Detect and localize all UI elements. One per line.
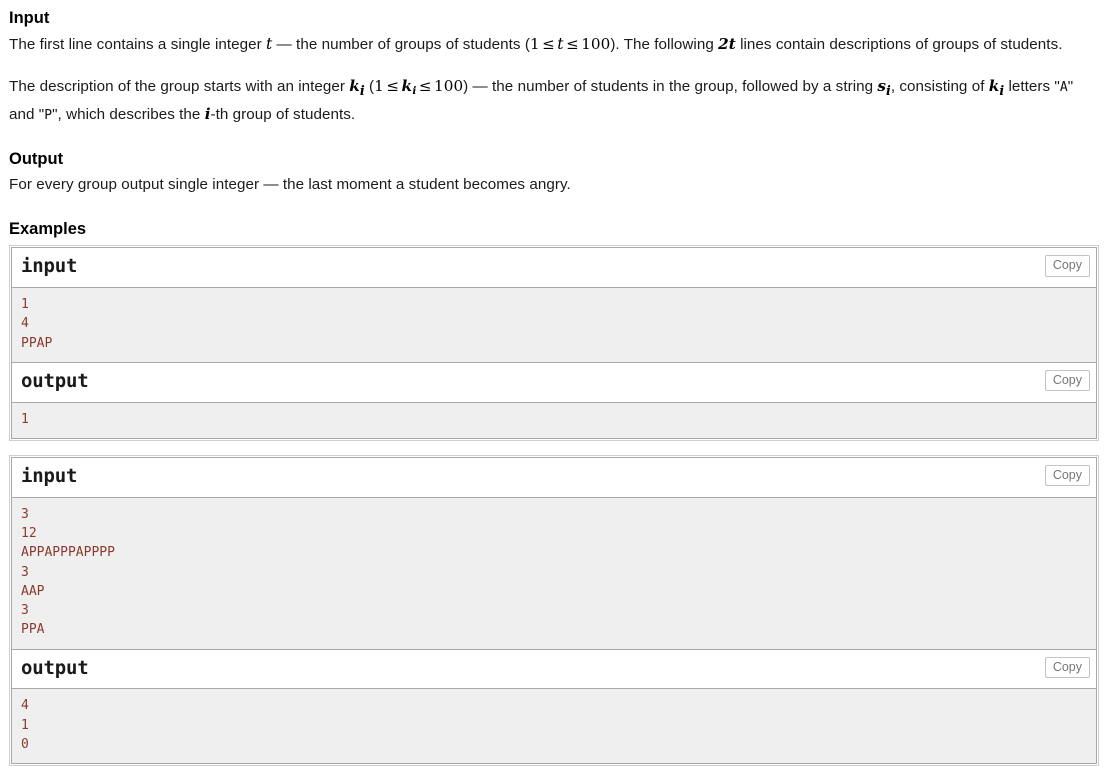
problem-statement-page: Input The first line contains a single i… [0,0,1107,766]
math-variable: t [557,35,564,54]
math-number: 100 [434,77,464,96]
sample-output-text-1: 1 [12,401,1096,439]
input-section-heading: Input [9,9,50,27]
code-letter-p: P [44,107,53,123]
math-number: 1 [374,77,384,96]
text-fragment: The first line contains a single integer [9,36,266,54]
math-number: 1 [529,35,540,54]
sample-output-title-1: output Copy [12,362,1096,402]
sample-input-block-2: input Copy 3 12 APPAPPPAPPPP 3 AAP 3 PPA [11,457,1097,649]
sample-output-title-2: output Copy [12,649,1096,689]
math-operator: ≤ [542,35,555,54]
copy-input-button-2[interactable]: Copy [1044,465,1090,487]
sample-input-label: input [21,465,78,488]
sample-input-block-1: input Copy 1 4 PPAP [11,247,1097,362]
math-operator: ≤ [418,77,432,96]
text-fragment: , consisting of [890,78,989,96]
output-section-heading: Output [9,149,64,168]
math-inequality-k: 1 ≤ ki ≤100 [374,77,464,96]
sample-output-text-2: 4 1 0 [12,688,1096,764]
copy-output-button-1[interactable]: Copy [1044,369,1090,392]
examples-section-heading: Examples [9,219,87,238]
text-fragment: The description of the group starts with… [9,78,350,96]
text-fragment: ( [364,78,375,96]
math-variable: k [349,77,360,96]
math-2t: 2t [718,35,736,54]
math-number: 100 [581,35,611,54]
copy-output-button-2[interactable]: Copy [1044,656,1090,678]
output-description-paragraph: For every group output single integer — … [9,175,571,193]
code-letter-a: A [1059,80,1068,96]
math-k-i-2: ki [988,77,1004,98]
text-fragment: ", which describes the [52,105,205,123]
text-fragment: lines contain descriptions of groups of … [735,36,1063,54]
sample-test-1: input Copy 1 4 PPAP output Copy 1 [9,245,1099,442]
sample-input-label: input [21,255,78,278]
sample-output-label: output [21,656,89,679]
sample-tests: input Copy 1 4 PPAP output Copy 1 input … [9,245,1099,766]
math-operator: ≤ [566,35,579,54]
input-description-paragraph-1: The first line contains a single integer… [9,32,1099,57]
text-fragment: ) — the number of students in the group,… [463,78,878,96]
sample-output-label: output [21,369,89,392]
text-fragment: letters " [1004,78,1060,96]
math-variable: s [877,77,886,96]
text-fragment: — the number of groups of students ( [272,36,530,54]
sample-input-title-1: input Copy [12,248,1096,288]
sample-input-title-2: input Copy [12,458,1096,497]
sample-input-text-2: 3 12 APPAPPPAPPPP 3 AAP 3 PPA [12,496,1096,649]
math-operator: ≤ [386,77,399,96]
text-fragment: ). The following [610,36,719,54]
math-k-i: ki [349,77,364,98]
math-s-i: si [877,77,890,98]
text-fragment: -th group of students. [210,105,356,123]
sample-input-text-1: 1 4 PPAP [12,287,1096,362]
math-variable-k: ki [401,77,416,96]
input-description-paragraph-2: The description of the group starts with… [9,74,1099,126]
sample-output-block-1: output Copy 1 [11,361,1097,440]
math-inequality-t: 1 ≤ t ≤100 [530,35,610,53]
math-variable: k [401,77,413,96]
copy-input-button-1[interactable]: Copy [1044,255,1090,277]
math-variable: k [988,77,1000,96]
sample-test-2: input Copy 3 12 APPAPPPAPPPP 3 AAP 3 PPA… [9,455,1099,766]
